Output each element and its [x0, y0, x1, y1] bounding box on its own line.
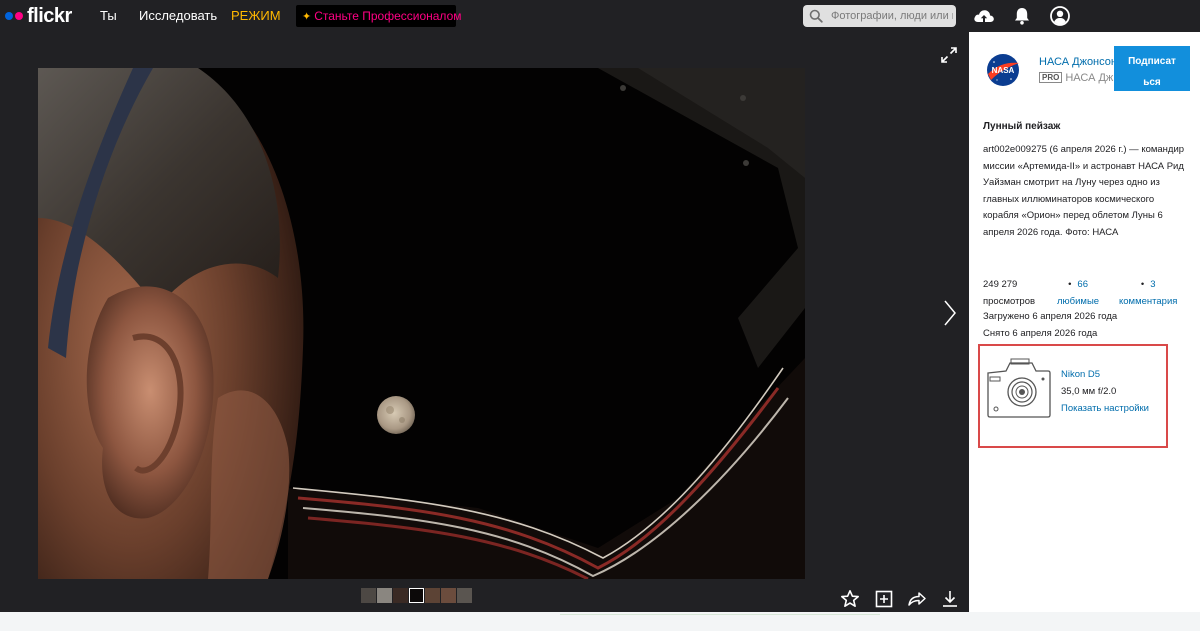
get-pro-button[interactable]: ✦ Станьте Профессионалом [296, 5, 462, 27]
thumbnail[interactable] [441, 588, 456, 603]
photo-description: art002e009275 (6 апреля 2026 г.) — коман… [983, 144, 1185, 238]
logo-text: flickr [27, 5, 72, 27]
flickr-logo[interactable]: flickr [5, 5, 72, 27]
nav-explore[interactable]: Исследовать [139, 8, 217, 24]
pro-badge: PRO [1039, 72, 1063, 83]
camera-model-link[interactable]: Nikon D5 [1061, 369, 1100, 380]
show-settings-link[interactable]: Показать настройки [1061, 403, 1149, 414]
astronaut-moon-photo [38, 68, 805, 579]
faves-label: любимые [1057, 295, 1100, 307]
divider [560, 614, 880, 615]
main-photo[interactable] [38, 68, 805, 579]
share-icon[interactable] [907, 589, 927, 609]
bell-icon[interactable] [1011, 6, 1033, 26]
thumbnail-selected[interactable] [409, 588, 424, 603]
photo-title: Лунный пейзаж [983, 121, 1061, 132]
get-pro-label: Станьте Профессионалом [314, 9, 462, 23]
search-icon [809, 9, 823, 23]
owner-subtitle: PROНАСА Дж... [1039, 72, 1115, 84]
taken-date: Снято 6 апреля 2026 года [983, 328, 1098, 339]
sparkle-icon: ✦ [302, 11, 312, 23]
thumbnail[interactable] [393, 588, 408, 603]
owner-name[interactable]: НАСА Джонсон [1039, 56, 1117, 68]
top-nav-bar: flickr Ты Исследовать РЕЖИМ ✦ Станьте Про… [0, 0, 1200, 32]
owner-alias: НАСА Дж... [1065, 72, 1115, 84]
nasa-logo-text: NASA [992, 66, 1015, 75]
logo-blue-dot [5, 12, 13, 20]
search-input[interactable] [831, 5, 953, 27]
search-box[interactable] [803, 5, 956, 27]
comments-stat[interactable]: • 3 комментария [1119, 277, 1177, 310]
camera-lens: 35,0 мм f/2.0 [1061, 386, 1117, 397]
comments-count: 3 [1150, 279, 1156, 290]
photostream-thumbnails [361, 588, 473, 604]
chevron-right-icon[interactable] [943, 299, 957, 327]
download-icon[interactable] [940, 589, 960, 609]
views-label: просмотров [983, 295, 1036, 307]
logo-pink-dot [15, 12, 23, 20]
thumbnail[interactable] [377, 588, 392, 603]
views-count: 249 279 [983, 279, 1018, 290]
expand-icon[interactable] [940, 46, 958, 64]
bullet: • [1068, 279, 1072, 290]
thumbnail[interactable] [457, 588, 472, 603]
views-stat: 249 279 просмотров [983, 277, 1035, 310]
camera-icon [987, 358, 1051, 418]
nav-you[interactable]: Ты [100, 8, 117, 24]
thumbnail[interactable] [361, 588, 376, 603]
photo-sidebar: NASA НАСА Джонсон PROНАСА Дж... Подписат… [969, 32, 1200, 612]
faves-stat[interactable]: • 66 любимые [1057, 277, 1099, 310]
faves-count: 66 [1077, 279, 1088, 290]
subscribe-button[interactable]: Подписат ься [1114, 46, 1190, 91]
camera-info-highlight: Nikon D5 35,0 мм f/2.0 Показать настройк… [978, 344, 1168, 448]
photo-viewer [0, 32, 969, 612]
nav-mode[interactable]: РЕЖИМ [231, 8, 281, 24]
owner-avatar[interactable]: NASA [983, 50, 1023, 90]
comments-label: комментария [1119, 295, 1178, 307]
thumbnail[interactable] [425, 588, 440, 603]
star-icon[interactable] [840, 589, 860, 609]
uploaded-date: Загружено 6 апреля 2026 года [983, 311, 1118, 322]
user-icon[interactable] [1049, 6, 1071, 26]
add-to-album-icon[interactable] [874, 589, 894, 609]
bullet: • [1140, 279, 1145, 290]
upload-icon[interactable] [973, 6, 995, 26]
